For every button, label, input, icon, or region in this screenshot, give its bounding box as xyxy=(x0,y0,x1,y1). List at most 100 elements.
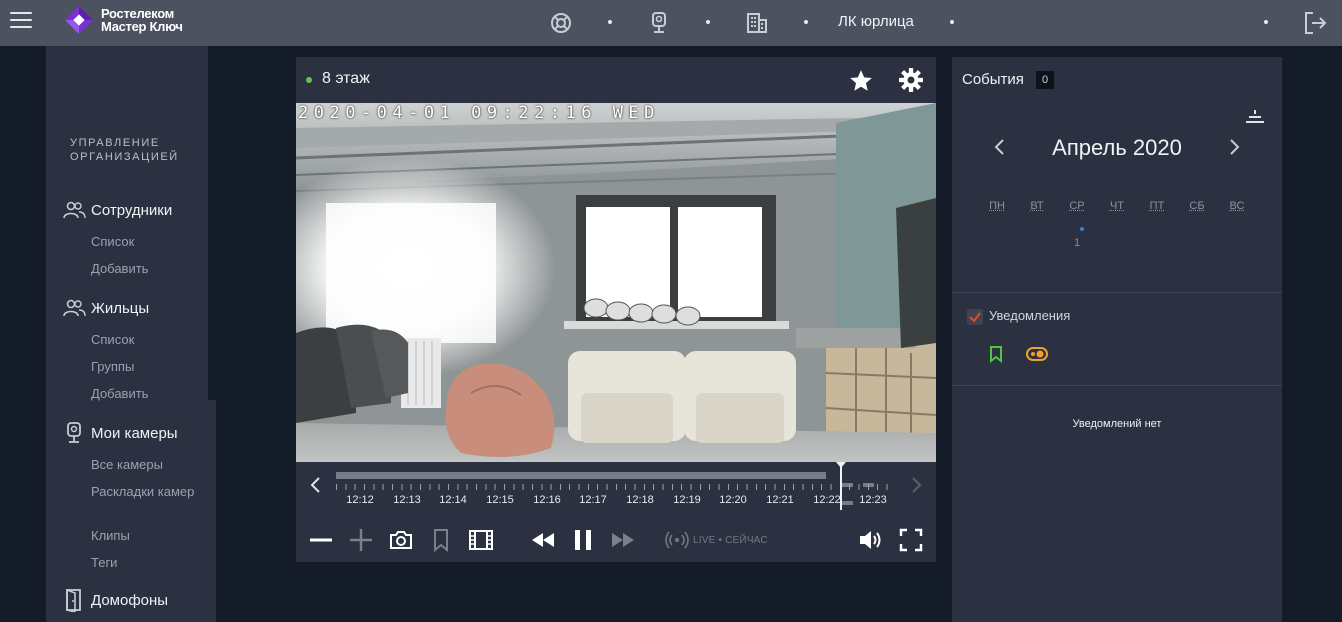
volume-icon[interactable] xyxy=(858,527,884,553)
nav-separator-dot xyxy=(950,20,954,24)
online-status-dot xyxy=(306,77,312,83)
pause-icon[interactable] xyxy=(570,527,596,553)
timeline-label: 12:19 xyxy=(673,494,701,506)
calendar-event-dot xyxy=(1080,227,1084,231)
logo-line-2: Мастер Ключ xyxy=(101,19,183,34)
sidebar-subitem-clips[interactable]: Клипы xyxy=(91,528,201,544)
bookmark-filter-icon[interactable] xyxy=(988,345,1004,363)
sidebar-item-my-cameras[interactable]: Мои камеры xyxy=(62,421,178,445)
nav-separator-dot xyxy=(608,20,612,24)
calendar-day[interactable]: 1 xyxy=(1072,237,1082,249)
sidebar-subitem-residents-list[interactable]: Список xyxy=(91,332,201,348)
weekday-label: ПН xyxy=(989,200,1005,212)
collapse-filter-icon[interactable] xyxy=(1244,108,1266,124)
fast-forward-icon[interactable] xyxy=(610,527,636,553)
sidebar-subitem-residents-groups[interactable]: Группы xyxy=(91,359,201,375)
menu-icon[interactable] xyxy=(10,12,32,32)
weekday-label: СР xyxy=(1069,200,1085,212)
timeline-label: 12:14 xyxy=(439,494,467,506)
timeline-label: 12:16 xyxy=(533,494,561,506)
events-count-badge: 0 xyxy=(1036,71,1054,89)
users-icon xyxy=(63,201,86,219)
events-divider xyxy=(952,292,1282,293)
timeline-label: 12:20 xyxy=(719,494,747,506)
nav-separator-dot xyxy=(706,20,710,24)
snapshot-camera-icon[interactable] xyxy=(388,527,414,553)
chevron-right-icon[interactable] xyxy=(908,476,924,494)
camera-title: 8 этаж xyxy=(322,70,370,87)
chevron-left-icon[interactable] xyxy=(308,476,324,494)
timeline[interactable]: 12:12 12:13 12:14 12:15 12:16 12:17 12:1… xyxy=(296,462,936,512)
camera-panel: 8 этаж 2020-04-01 09:22:16 WED 12:12 12:… xyxy=(296,57,936,562)
camera-view-image xyxy=(296,103,936,462)
sidebar-subitem-camera-layouts[interactable]: Раскладки камер xyxy=(91,484,201,500)
timeline-label: 12:13 xyxy=(393,494,421,506)
sidebar-subitem-residents-add[interactable]: Добавить xyxy=(91,386,201,402)
camera-icon[interactable] xyxy=(647,11,671,35)
nav-link-legal-entity[interactable]: ЛК юрлица xyxy=(838,13,914,30)
events-divider xyxy=(952,385,1282,386)
logo[interactable]: Ростелеком Мастер Ключ xyxy=(64,5,183,35)
player-controls: LIVE • СЕЙЧАС xyxy=(296,517,936,562)
timeline-label: 12:21 xyxy=(766,494,794,506)
live-now-label[interactable]: LIVE • СЕЙЧАС xyxy=(693,535,768,546)
logout-icon[interactable] xyxy=(1302,10,1328,36)
sidebar-subitem-all-cameras[interactable]: Все камеры xyxy=(91,457,201,473)
sidebar-item-label: Жильцы xyxy=(91,299,150,317)
rewind-icon[interactable] xyxy=(530,527,556,553)
calendar-next-month-icon[interactable] xyxy=(1226,137,1242,157)
timeline-label: 12:18 xyxy=(626,494,654,506)
events-panel: События 0 Апрель 2020 ПН ВТ СР ЧТ ПТ СБ … xyxy=(952,57,1282,622)
timeline-label: 12:23 xyxy=(859,494,887,506)
camera-header: 8 этаж xyxy=(296,57,936,103)
no-notifications-text: Уведомлений нет xyxy=(1072,418,1162,430)
bookmark-icon[interactable] xyxy=(428,527,454,553)
weekday-label: СБ xyxy=(1189,200,1205,212)
sidebar-subitem-employees-list[interactable]: Список xyxy=(91,234,201,250)
logo-text: Ростелеком Мастер Ключ xyxy=(101,7,183,33)
notifications-checkbox[interactable] xyxy=(967,309,983,325)
film-clip-icon[interactable] xyxy=(468,527,494,553)
timeline-future-segment xyxy=(842,474,896,505)
notifications-label[interactable]: Уведомления xyxy=(989,308,1070,323)
motion-filter-toggle-icon[interactable] xyxy=(1026,347,1048,361)
timeline-label: 12:17 xyxy=(579,494,607,506)
sidebar-subitem-employees-add[interactable]: Добавить xyxy=(91,261,201,277)
timeline-label: 12:15 xyxy=(486,494,514,506)
sidebar-item-intercoms[interactable]: Домофоны xyxy=(62,588,168,612)
top-bar: Ростелеком Мастер Ключ ЛК юрлица xyxy=(0,0,1342,46)
timeline-ticks xyxy=(336,484,896,490)
weekday-label: ВТ xyxy=(1030,200,1044,212)
zoom-in-icon[interactable] xyxy=(348,527,374,553)
sidebar-heading: УПРАВЛЕНИЕ ОРГАНИЗАЦИЕЙ xyxy=(70,137,179,163)
sidebar-subitem-tags[interactable]: Теги xyxy=(91,555,201,571)
star-icon[interactable] xyxy=(848,68,874,94)
video-frame[interactable]: 2020-04-01 09:22:16 WED xyxy=(296,103,936,462)
weekday-label: ПТ xyxy=(1149,200,1165,212)
live-broadcast-icon[interactable] xyxy=(664,527,690,553)
door-icon xyxy=(66,588,81,612)
timeline-playhead[interactable] xyxy=(836,462,846,510)
sidebar-item-label: Мои камеры xyxy=(91,424,178,442)
sidebar-item-label: Сотрудники xyxy=(91,201,173,219)
timeline-label: 12:12 xyxy=(346,494,374,506)
logo-mark-icon xyxy=(65,6,93,34)
video-timestamp: 2020-04-01 09:22:16 WED xyxy=(298,103,660,123)
building-icon[interactable] xyxy=(745,11,769,35)
zoom-out-icon[interactable] xyxy=(308,527,334,553)
sidebar-item-residents[interactable]: Жильцы xyxy=(62,296,149,320)
users-icon xyxy=(63,299,86,317)
sidebar: УПРАВЛЕНИЕ ОРГАНИЗАЦИЕЙ Сотрудники Списо… xyxy=(46,46,216,622)
weekday-label: ЧТ xyxy=(1109,200,1125,212)
sidebar-item-employees[interactable]: Сотрудники xyxy=(62,198,172,222)
gear-icon[interactable] xyxy=(898,67,924,93)
nav-separator-dot xyxy=(1264,20,1268,24)
lifebuoy-icon[interactable] xyxy=(549,11,573,35)
sidebar-scroll-gap xyxy=(208,46,216,400)
nav-separator-dot xyxy=(804,20,808,24)
sidebar-item-label: Домофоны xyxy=(91,591,169,609)
events-title: События xyxy=(962,71,1024,88)
webcam-icon xyxy=(67,422,81,443)
fullscreen-icon[interactable] xyxy=(898,527,924,553)
weekday-label: ВС xyxy=(1229,200,1245,212)
